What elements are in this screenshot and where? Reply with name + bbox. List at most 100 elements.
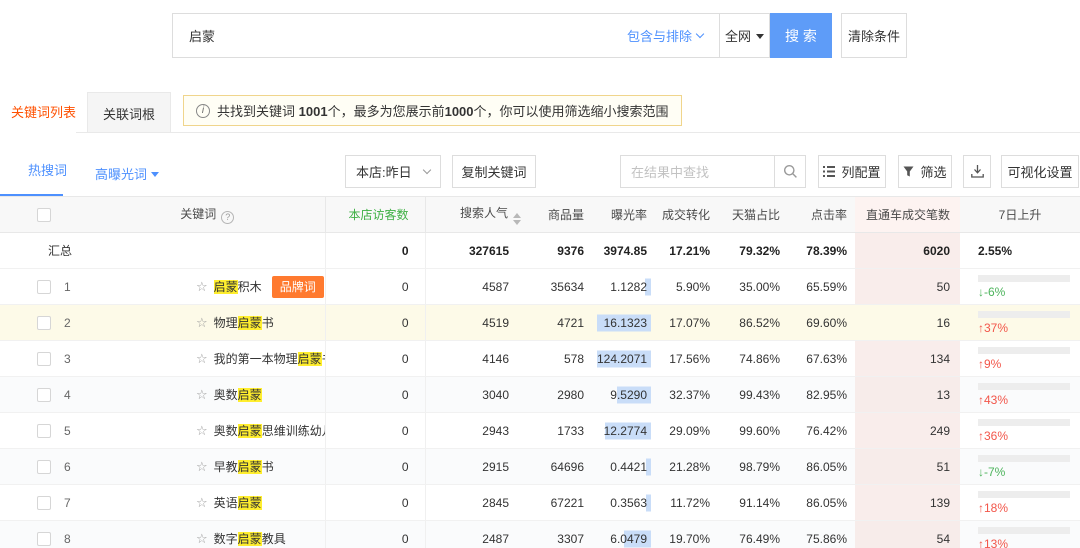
cell-ctr: 86.05% xyxy=(794,449,855,485)
download-button[interactable] xyxy=(963,155,991,188)
row-number: 6 xyxy=(64,460,71,474)
keyword-cell: ☆物理启蒙书 xyxy=(90,305,325,341)
cell-visitors: 0 xyxy=(325,413,425,449)
copy-keywords-button[interactable]: 复制关键词 xyxy=(452,155,536,188)
tab-keyword-list[interactable]: 关键词列表 xyxy=(0,90,87,133)
download-icon xyxy=(971,165,984,178)
keyword-text: 奥数 xyxy=(214,424,238,438)
favorite-star-icon[interactable]: ☆ xyxy=(196,531,208,546)
exposure-value-wrap: 124.2071 xyxy=(597,352,647,366)
cell-search_pop: 2915 xyxy=(425,449,537,485)
header-7day-rise: 7日上升 xyxy=(960,197,1080,233)
cell-items: 578 xyxy=(537,341,597,377)
favorite-star-icon[interactable]: ☆ xyxy=(196,423,208,438)
favorite-star-icon[interactable]: ☆ xyxy=(196,387,208,402)
row-select-cell: 1 xyxy=(0,269,90,305)
summary-rise-7d: 2.55% xyxy=(960,233,1080,269)
cell-items: 4721 xyxy=(537,305,597,341)
scope-dropdown[interactable]: 全网 xyxy=(720,13,770,58)
favorite-star-icon[interactable]: ☆ xyxy=(196,351,208,366)
row-checkbox[interactable] xyxy=(37,388,51,402)
exposure-value: 124.2071 xyxy=(597,352,647,366)
row-checkbox[interactable] xyxy=(37,496,51,510)
store-date-value: 本店:昨日 xyxy=(356,162,412,181)
row-checkbox[interactable] xyxy=(37,316,51,330)
filter-button[interactable]: 筛选 xyxy=(898,155,952,188)
cell-exposure: 124.2071 xyxy=(597,341,659,377)
keyword-search-input[interactable]: 启蒙 包含与排除 xyxy=(172,13,720,58)
row-select-cell: 5 xyxy=(0,413,90,449)
sort-icon[interactable] xyxy=(513,213,521,225)
cell-exposure: 0.3563 xyxy=(597,485,659,521)
trend-indicator: ↑37% xyxy=(978,311,1080,335)
row-checkbox[interactable] xyxy=(37,280,51,294)
row-checkbox[interactable] xyxy=(37,352,51,366)
header-exposure: 曝光率 xyxy=(597,197,659,233)
keyword-cell: ☆数字启蒙教具 xyxy=(90,521,325,548)
keyword-row: 7☆英语启蒙02845672210.356311.72%91.14%86.05%… xyxy=(0,485,1080,521)
summary-ctr: 78.39% xyxy=(794,233,855,269)
row-number: 4 xyxy=(64,388,71,402)
include-exclude-dropdown[interactable]: 包含与排除 xyxy=(627,26,703,45)
row-checkbox[interactable] xyxy=(37,424,51,438)
clear-conditions-button[interactable]: 清除条件 xyxy=(841,13,907,58)
cell-ztc_orders: 50 xyxy=(855,269,960,305)
cell-exposure: 1.1282 xyxy=(597,269,659,305)
cell-visitors: 0 xyxy=(325,269,425,305)
subtab-hot-words[interactable]: 热搜词 xyxy=(28,160,67,179)
cell-rise-7d: ↑9% xyxy=(960,341,1080,377)
keyword-row: 6☆早教启蒙书02915646960.442121.28%98.79%86.05… xyxy=(0,449,1080,485)
header-items: 商品量 xyxy=(537,197,597,233)
cell-search_pop: 2487 xyxy=(425,521,537,548)
visual-settings-button[interactable]: 可视化设置 xyxy=(1001,155,1079,188)
favorite-star-icon[interactable]: ☆ xyxy=(196,495,208,510)
search-query-text: 启蒙 xyxy=(189,26,215,45)
exposure-value: 6.0479 xyxy=(610,532,647,546)
row-number: 8 xyxy=(64,532,71,546)
help-icon[interactable] xyxy=(221,211,234,224)
row-number: 7 xyxy=(64,496,71,510)
cell-exposure: 12.2774 xyxy=(597,413,659,449)
subtab-high-exposure[interactable]: 高曝光词 xyxy=(95,164,159,183)
cell-conversion: 29.09% xyxy=(659,413,724,449)
keyword-text: 奥数 xyxy=(214,388,238,402)
row-checkbox[interactable] xyxy=(37,460,51,474)
favorite-star-icon[interactable]: ☆ xyxy=(196,459,208,474)
exposure-value: 0.4421 xyxy=(610,460,647,474)
store-date-select[interactable]: 本店:昨日 xyxy=(345,155,441,188)
favorite-star-icon[interactable]: ☆ xyxy=(196,315,208,330)
exposure-value: 12.2774 xyxy=(604,424,647,438)
keyword-text: 启蒙 xyxy=(238,316,262,330)
column-config-button[interactable]: 列配置 xyxy=(818,155,886,188)
keyword-row: 8☆数字启蒙教具0248733076.047919.70%76.49%75.86… xyxy=(0,521,1080,548)
keyword-text: 启蒙 xyxy=(214,280,238,294)
cell-ctr: 75.86% xyxy=(794,521,855,548)
header-search-popularity: 搜索人气 xyxy=(425,197,537,233)
keyword-text: 我的第一本物理 xyxy=(214,352,298,366)
summary-items: 9376 xyxy=(537,233,597,269)
trend-text: ↓-6% xyxy=(978,285,1080,299)
header-tmall-ratio: 天猫占比 xyxy=(724,197,794,233)
header-row: 关键词 本店访客数 搜索人气 商品量 曝光率 成交转化 天猫占比 点击率 直通车… xyxy=(0,197,1080,233)
main-tabs: 关键词列表 关联词根 共找到关键词 1001个，最多为您展示前1000个，你可以… xyxy=(0,90,1080,133)
trend-bar-track xyxy=(978,527,1070,534)
header-ctr: 点击率 xyxy=(794,197,855,233)
trend-text: ↑18% xyxy=(978,501,1080,515)
cell-ztc_orders: 139 xyxy=(855,485,960,521)
select-all-checkbox[interactable] xyxy=(37,208,51,222)
tab-related-roots[interactable]: 关联词根 xyxy=(87,92,171,133)
header-keyword: 关键词 xyxy=(90,197,325,233)
trend-text: ↑9% xyxy=(978,357,1080,371)
find-in-results-input[interactable]: 在结果中查找 xyxy=(621,162,768,181)
trend-indicator: ↑13% xyxy=(978,527,1080,548)
find-in-results-group: 在结果中查找 xyxy=(620,155,806,188)
row-checkbox[interactable] xyxy=(37,532,51,546)
favorite-star-icon[interactable]: ☆ xyxy=(196,279,208,294)
find-search-button[interactable] xyxy=(774,156,805,187)
summary-ztc_orders: 6020 xyxy=(855,233,960,269)
column-config-label: 列配置 xyxy=(841,162,880,181)
keyword-text: 启蒙 xyxy=(238,532,262,546)
search-button[interactable]: 搜 索 xyxy=(770,13,832,58)
keyword-row: 5☆奥数启蒙思维训练幼儿02943173312.277429.09%99.60%… xyxy=(0,413,1080,449)
cell-conversion: 17.07% xyxy=(659,305,724,341)
